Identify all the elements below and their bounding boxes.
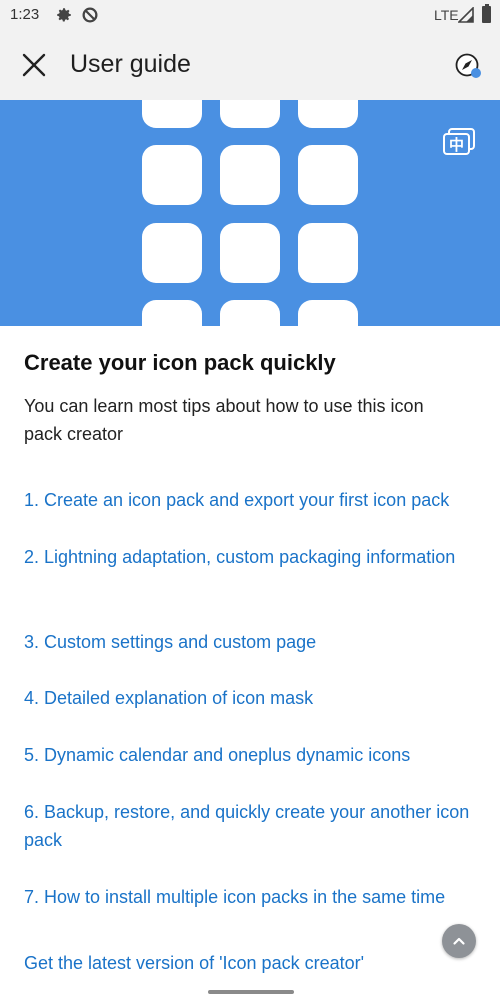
banner-tile — [142, 100, 202, 128]
page-title: User guide — [70, 50, 191, 78]
banner-tile — [220, 100, 280, 128]
latest-version-link[interactable]: Get the latest version of 'Icon pack cre… — [24, 949, 484, 977]
status-time: 1:23 — [10, 6, 40, 23]
section-heading: Create your icon pack quickly — [24, 350, 336, 375]
guide-link-2[interactable]: 2. Lightning adaptation, custom packagin… — [24, 543, 484, 571]
compass-icon[interactable] — [450, 48, 484, 82]
gear-icon — [57, 8, 71, 22]
banner-tile — [220, 145, 280, 205]
banner-tile — [298, 300, 358, 326]
banner-tile — [298, 223, 358, 283]
guide-link-4[interactable]: 4. Detailed explanation of icon mask — [24, 684, 484, 712]
translate-icon[interactable]: 中 — [442, 127, 476, 157]
guide-link-3[interactable]: 3. Custom settings and custom page — [24, 628, 484, 656]
section-subtitle: You can learn most tips about how to use… — [24, 396, 424, 444]
guide-link-6[interactable]: 6. Backup, restore, and quickly create y… — [24, 798, 484, 854]
sync-blocked-icon — [82, 7, 98, 23]
banner-tile — [142, 145, 202, 205]
guide-link-5[interactable]: 5. Dynamic calendar and oneplus dynamic … — [24, 741, 484, 769]
battery-icon — [482, 4, 491, 23]
gesture-nav-handle[interactable] — [208, 990, 294, 994]
banner-tile — [220, 223, 280, 283]
banner-tile — [220, 300, 280, 326]
guide-link-7[interactable]: 7. How to install multiple icon packs in… — [24, 883, 484, 911]
banner-tile — [142, 300, 202, 326]
banner-tile — [142, 223, 202, 283]
guide-link-1[interactable]: 1. Create an icon pack and export your f… — [24, 486, 484, 514]
banner-tile — [298, 145, 358, 205]
chevron-up-icon — [453, 937, 465, 945]
translate-glyph: 中 — [449, 136, 464, 154]
network-type: LTE — [434, 7, 459, 23]
app-bar: User guide — [0, 30, 500, 100]
hero-banner — [0, 100, 500, 326]
signal-icon — [458, 7, 474, 23]
scroll-top-button[interactable] — [442, 924, 476, 958]
banner-tile — [298, 100, 358, 128]
status-bar: 1:23 LTE — [0, 0, 500, 30]
close-icon[interactable] — [14, 45, 54, 85]
